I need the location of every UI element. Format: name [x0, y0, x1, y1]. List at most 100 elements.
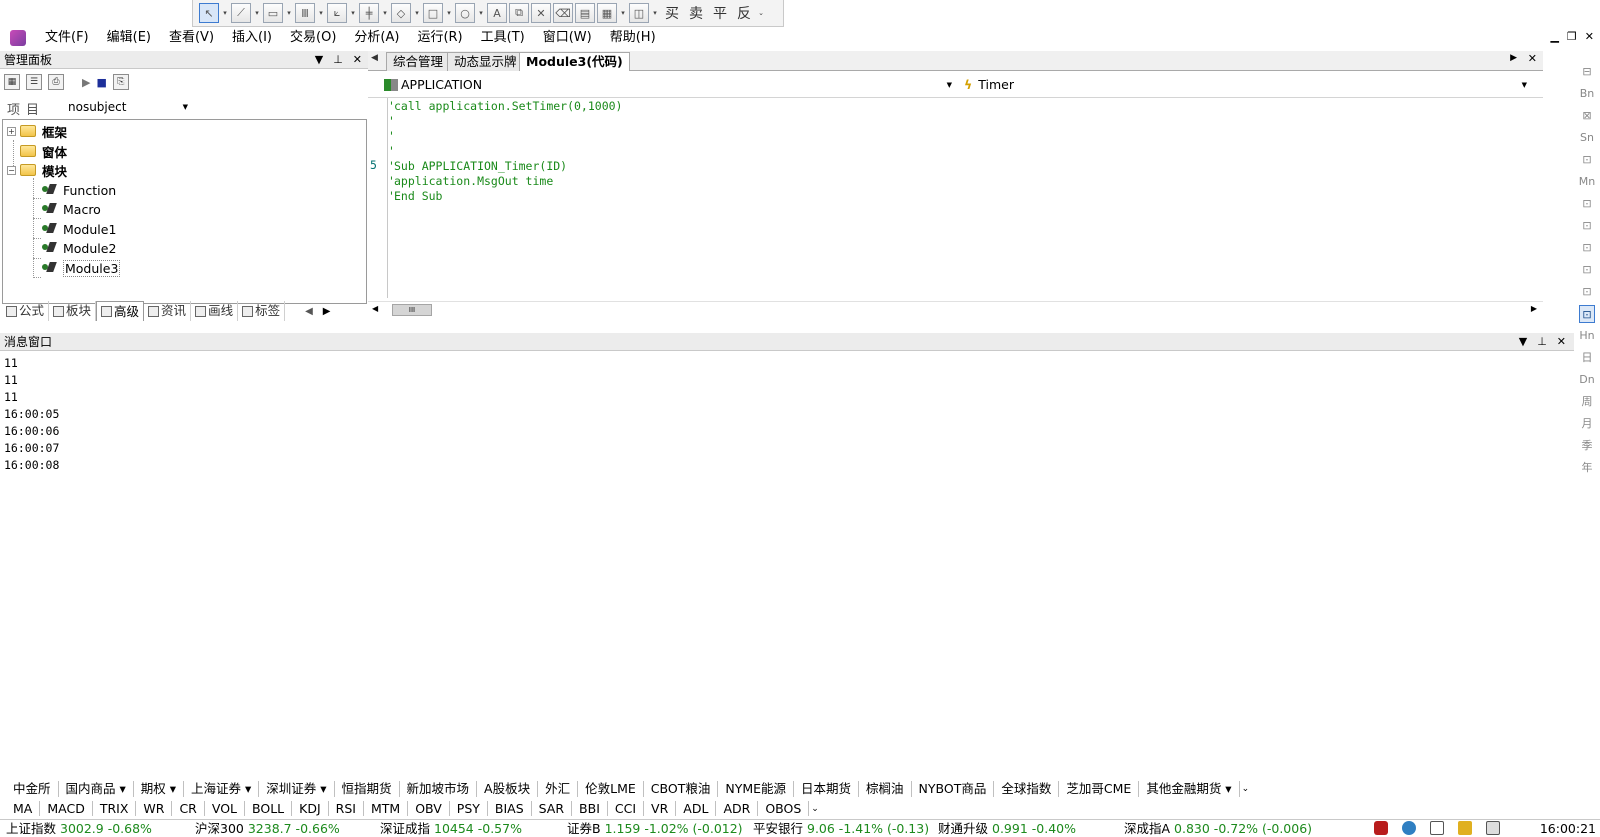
- period-year[interactable]: 年: [1582, 459, 1593, 477]
- ticker-pingan[interactable]: 平安银行 9.06 -1.41% (-0.13): [753, 820, 929, 837]
- chevron-down-icon[interactable]: ▼: [1522, 75, 1527, 95]
- market-tab[interactable]: 芝加哥CME: [1059, 781, 1140, 797]
- parallel-lines-icon[interactable]: Ⅲ: [295, 3, 315, 23]
- tab-dynamic-board[interactable]: 动态显示牌: [447, 52, 524, 71]
- indicator-tab[interactable]: MA: [6, 801, 41, 816]
- tab-sector[interactable]: 板块: [49, 301, 97, 321]
- indicator-tab[interactable]: BOLL: [245, 801, 293, 816]
- ticker-caitong[interactable]: 财通升级 0.991 -0.40%: [938, 820, 1076, 837]
- menu-analysis[interactable]: 分析(A): [345, 27, 408, 49]
- chevron-down-icon[interactable]: ▾: [445, 9, 453, 17]
- restore-icon[interactable]: ❐: [1567, 30, 1577, 43]
- period-tick-icon[interactable]: ⊟: [1582, 63, 1591, 81]
- indicator-tab[interactable]: PSY: [450, 801, 488, 816]
- tree-item-module3[interactable]: Module3: [41, 258, 121, 278]
- indicator-tab[interactable]: SAR: [532, 801, 573, 816]
- message-icon[interactable]: [1458, 821, 1472, 835]
- scroll-left-icon[interactable]: ◀: [372, 304, 378, 313]
- tab-general[interactable]: 综合管理: [386, 52, 451, 71]
- gann-tool-icon[interactable]: ◇: [391, 3, 411, 23]
- chevron-down-icon[interactable]: ▾: [253, 9, 261, 17]
- text-tool-icon[interactable]: A: [487, 3, 507, 23]
- chevron-down-icon[interactable]: ▾: [381, 9, 389, 17]
- chevron-down-icon[interactable]: ▾: [221, 9, 229, 17]
- list-view-icon[interactable]: ☰: [26, 74, 42, 90]
- market-tab[interactable]: 上海证券 ▾: [184, 781, 260, 797]
- eraser-icon[interactable]: ⌫: [553, 3, 573, 23]
- subject-select[interactable]: nosubject ▼: [64, 98, 192, 116]
- chevron-down-icon[interactable]: ▼: [183, 98, 188, 116]
- expand-icon[interactable]: +: [7, 126, 16, 136]
- period-15m-icon[interactable]: ⊡: [1582, 261, 1591, 279]
- period-quarter[interactable]: 季: [1582, 437, 1593, 455]
- layer-icon[interactable]: ◫: [629, 3, 649, 23]
- tab-module3-code[interactable]: Module3(代码): [519, 52, 630, 71]
- chevron-down-icon[interactable]: ▾: [413, 9, 421, 17]
- market-tab[interactable]: CBOT粮油: [644, 781, 719, 797]
- indicator-tab[interactable]: WR: [136, 801, 173, 816]
- chevron-down-icon[interactable]: ▾: [477, 9, 485, 17]
- toolbar-overflow-icon[interactable]: ⌄: [757, 9, 765, 17]
- properties-icon[interactable]: ▤: [575, 3, 595, 23]
- indicator-tab[interactable]: OBOS: [758, 801, 810, 816]
- period-bn[interactable]: Bn: [1580, 85, 1595, 103]
- tab-news[interactable]: 资讯: [144, 301, 192, 321]
- period-dn[interactable]: Dn: [1579, 371, 1594, 389]
- tabs-overflow-icon[interactable]: ⌄: [1242, 784, 1250, 794]
- module-properties-icon[interactable]: ⎘: [112, 74, 129, 90]
- market-tab[interactable]: 全球指数: [994, 781, 1060, 797]
- period-week[interactable]: 周: [1582, 393, 1593, 411]
- chevron-down-icon[interactable]: ▾: [651, 9, 659, 17]
- chevron-down-icon[interactable]: ▾: [317, 9, 325, 17]
- market-tab[interactable]: NYBOT商品: [912, 781, 995, 797]
- menu-insert[interactable]: 插入(I): [223, 27, 281, 49]
- market-tab[interactable]: 期权 ▾: [134, 781, 185, 797]
- indicator-tab[interactable]: CCI: [608, 801, 645, 816]
- tab-scroll-right-icon[interactable]: ▶: [323, 306, 331, 317]
- indicator-tab[interactable]: RSI: [329, 801, 364, 816]
- indicator-tab[interactable]: MTM: [364, 801, 409, 816]
- print-icon[interactable]: ⎙: [48, 74, 64, 90]
- tree-item-module1[interactable]: Module1: [41, 219, 116, 239]
- table-icon[interactable]: ▦: [597, 3, 617, 23]
- event-select[interactable]: ϟ Timer ▼: [964, 75, 1529, 95]
- tab-advanced[interactable]: 高级: [96, 301, 145, 321]
- period-hn[interactable]: Hn: [1579, 327, 1594, 345]
- tab-formula[interactable]: 公式: [2, 301, 50, 321]
- period-5m-icon[interactable]: ⊡: [1582, 217, 1591, 235]
- select-cursor-icon[interactable]: ↖: [199, 3, 219, 23]
- period-1m-icon[interactable]: ⊡: [1582, 151, 1591, 169]
- dropdown-icon[interactable]: ▼: [315, 51, 323, 69]
- buy-button[interactable]: 买: [661, 3, 683, 23]
- market-tab[interactable]: 国内商品 ▾: [59, 781, 134, 797]
- menu-window[interactable]: 窗口(W): [534, 27, 601, 49]
- ticker-szca[interactable]: 深成指A 0.830 -0.72% (-0.006): [1124, 820, 1312, 837]
- menu-view[interactable]: 查看(V): [160, 27, 223, 49]
- market-tab[interactable]: 新加坡市场: [400, 781, 478, 797]
- database-icon[interactable]: [1374, 821, 1388, 835]
- market-tab[interactable]: 其他金融期货 ▾: [1139, 781, 1240, 797]
- network-icon[interactable]: [1402, 821, 1416, 835]
- sell-button[interactable]: 卖: [685, 3, 707, 23]
- tabs-overflow-icon[interactable]: ⌄: [811, 804, 819, 814]
- period-month[interactable]: 月: [1582, 415, 1593, 433]
- close-icon[interactable]: ✕: [353, 51, 362, 69]
- indicator-tab[interactable]: BBI: [572, 801, 608, 816]
- period-30m-icon[interactable]: ⊡: [1582, 283, 1591, 301]
- pin-icon[interactable]: ⊥: [1537, 333, 1547, 351]
- market-tab[interactable]: A股板块: [477, 781, 539, 797]
- indicator-tab[interactable]: CR: [172, 801, 205, 816]
- rectangle-tool-icon[interactable]: □: [423, 3, 443, 23]
- indicator-tab[interactable]: VOL: [205, 801, 246, 816]
- code-area[interactable]: 5 ' ' ' ' ' ' ' call application.SetTime…: [368, 97, 1543, 298]
- market-tab[interactable]: 中金所: [6, 781, 59, 797]
- channel-tool-icon[interactable]: ▭: [263, 3, 283, 23]
- scrollbar-thumb[interactable]: III: [392, 304, 432, 316]
- copy-drawing-icon[interactable]: ⧉: [509, 3, 529, 23]
- indicator-tab[interactable]: MACD: [40, 801, 93, 816]
- indicator-tab[interactable]: OBV: [408, 801, 450, 816]
- market-tab[interactable]: 恒指期货: [335, 781, 400, 797]
- bell-icon[interactable]: [1430, 821, 1444, 835]
- tree-item-module2[interactable]: Module2: [41, 238, 116, 258]
- close-icon[interactable]: ✕: [1557, 333, 1566, 351]
